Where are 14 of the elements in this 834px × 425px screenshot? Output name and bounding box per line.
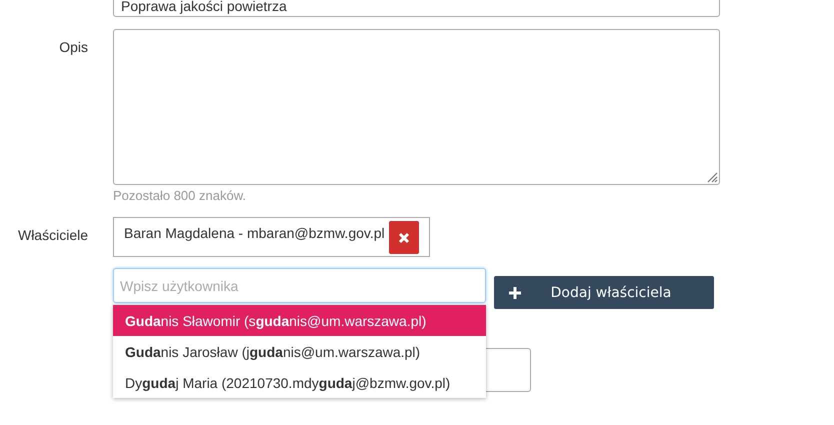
plus-icon (508, 286, 522, 300)
field-label: Właściciele (16, 226, 88, 245)
close-icon (398, 232, 410, 244)
remove-button[interactable] (388, 221, 419, 254)
suggestion-item[interactable]: Gudanis Sławomir (sgudanis@um.warszawa.pl) (113, 305, 486, 336)
suggestion-item[interactable]: Dygudaj Maria (20210730.mdygudaj@bzmw.gov.pl) (113, 367, 486, 398)
add-owner-button[interactable]: Dodaj właściciela (494, 276, 714, 309)
owner-chip: Baran Magdalena - mbaran@bzmw.gov.pl (113, 217, 430, 257)
suggestion-item[interactable]: Gudanis Jarosław (jgudanis@um.warszawa.pl) (113, 336, 486, 367)
character-count: Pozostało 800 znaków. (113, 188, 246, 203)
user-search-field[interactable]: Wpisz użytkownika (113, 268, 486, 303)
field-label: Opis (58, 38, 88, 57)
resize-grip-icon[interactable] (706, 171, 718, 183)
title-input[interactable]: Poprawa jakości powietrza (113, 0, 720, 17)
